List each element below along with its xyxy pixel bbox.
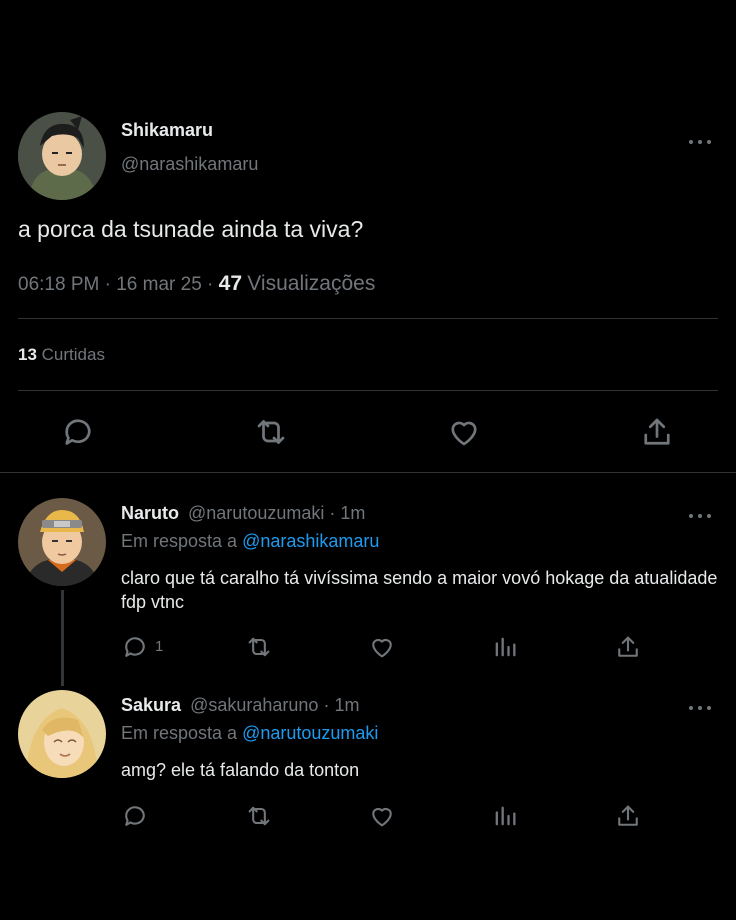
like-icon[interactable] [368,802,396,830]
more-options-icon[interactable] [688,134,712,144]
analytics-icon[interactable] [491,633,519,661]
display-name[interactable]: Naruto [121,503,179,523]
tweet-text: claro que tá caralho tá vivíssima sendo … [121,568,718,612]
views-count: 47 [218,272,243,295]
reply-header: Sakura @sakuraharuno · 1m [121,695,359,716]
avatar[interactable] [18,498,106,586]
tweet-time[interactable]: 06:18 PM [18,274,99,295]
avatar[interactable] [18,112,106,200]
tweet-date[interactable]: 16 mar 25 [116,274,202,295]
meta-separator: · [323,695,330,715]
divider [18,318,718,319]
user-handle[interactable]: @sakuraharuno [190,695,318,715]
views-label: Visualizações [247,272,376,295]
reply-prefix: Em resposta a [121,531,238,551]
reply-context: Em resposta a @narutouzumaki [121,723,378,744]
reply-to-link[interactable]: @narutouzumaki [242,723,378,743]
like-icon[interactable] [446,414,482,450]
reply-icon[interactable] [121,633,149,661]
share-icon[interactable] [614,802,642,830]
avatar[interactable] [18,690,106,778]
more-options-icon[interactable] [688,700,712,710]
likes-label: Curtidas [41,345,105,364]
meta-separator: · [207,274,214,295]
retweet-icon[interactable] [253,414,289,450]
retweet-icon[interactable] [245,802,273,830]
display-name[interactable]: Shikamaru [121,120,213,141]
more-options-icon[interactable] [688,508,712,518]
tweet-text: amg? ele tá falando da tonton [121,760,360,780]
reply-context: Em resposta a @narashikamaru [121,531,379,552]
thread-line [61,590,64,686]
tweet-text: a porca da tsunade ainda ta viva? [18,216,364,242]
user-handle[interactable]: @narashikamaru [121,154,258,175]
divider [0,472,736,473]
meta-separator: · [329,503,336,523]
share-icon[interactable] [639,414,675,450]
reply-icon[interactable] [121,802,149,830]
reply-time[interactable]: 1m [340,503,365,523]
user-handle[interactable]: @narutouzumaki [188,503,324,523]
tweet-meta: 06:18 PM · 16 mar 25 · 47 Visualizações [18,272,375,296]
display-name[interactable]: Sakura [121,695,181,715]
reply-time[interactable]: 1m [334,695,359,715]
share-icon[interactable] [614,633,642,661]
divider [18,390,718,391]
retweet-icon[interactable] [245,633,273,661]
reply-icon[interactable] [60,414,96,450]
likes-stat[interactable]: 13 Curtidas [18,345,105,365]
reply-header: Naruto @narutouzumaki · 1m [121,503,365,524]
like-icon[interactable] [368,633,396,661]
reply-to-link[interactable]: @narashikamaru [242,531,379,551]
reply-prefix: Em resposta a [121,723,238,743]
reply-count: 1 [155,638,164,655]
meta-separator: · [104,274,111,295]
analytics-icon[interactable] [491,802,519,830]
likes-count: 13 [18,345,37,364]
